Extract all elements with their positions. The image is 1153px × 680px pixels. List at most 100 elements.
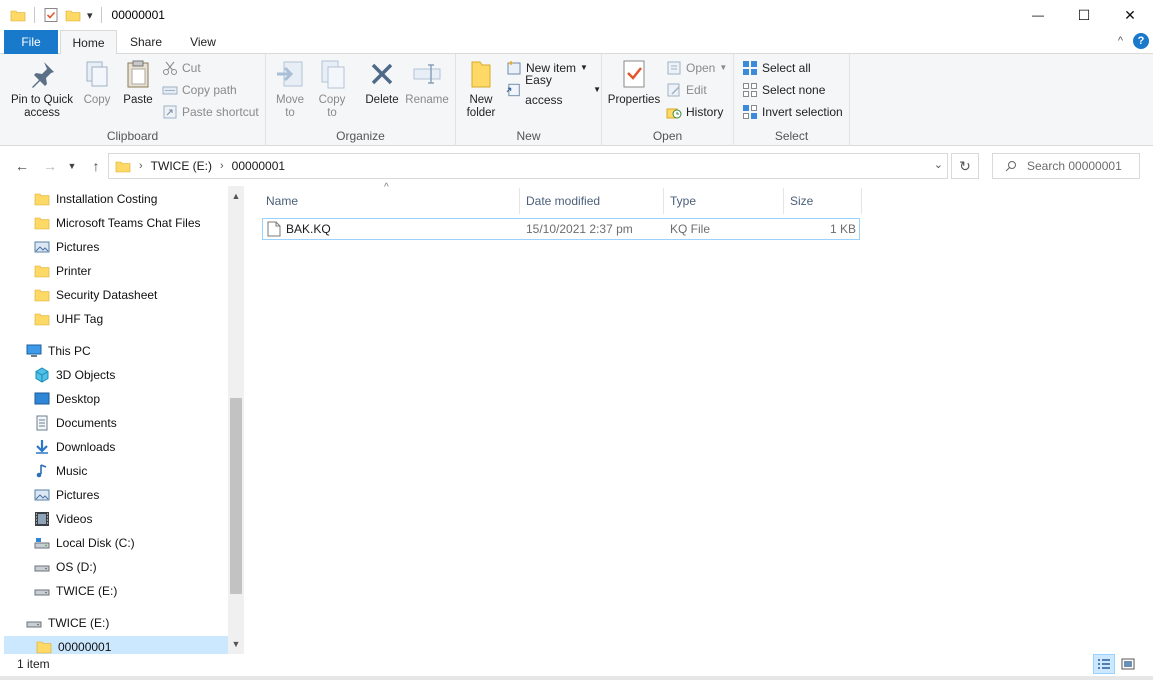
table-row[interactable]: BAK.KQ 15/10/2021 2:37 pm KQ File 1 KB <box>262 218 860 240</box>
sidebar-item-twice-e-root[interactable]: TWICE (E:) <box>26 612 109 634</box>
invert-selection-button[interactable]: Invert selection <box>742 102 843 122</box>
tab-view[interactable]: View <box>176 30 230 54</box>
address-dropdown-icon[interactable]: ⌄ <box>934 158 943 171</box>
file-name: BAK.KQ <box>286 222 331 236</box>
tab-share[interactable]: Share <box>118 30 174 54</box>
help-icon[interactable]: ? <box>1133 33 1149 49</box>
quick-access-toolbar: ▾ <box>0 0 104 30</box>
navigation-pane-scrollbar[interactable]: ▲ ▼ <box>228 186 244 654</box>
file-icon <box>267 221 281 237</box>
address-bar[interactable]: › TWICE (E:) › 00000001 ⌄ <box>108 153 948 179</box>
copy-to-button[interactable]: Copy to <box>314 58 350 120</box>
sidebar-item-os-d[interactable]: OS (D:) <box>34 556 97 578</box>
sidebar-item-downloads[interactable]: Downloads <box>34 436 115 458</box>
scissors-icon <box>163 61 177 75</box>
edit-label: Edit <box>686 83 707 97</box>
item-count: 1 item <box>17 657 50 671</box>
copy-label: Copy <box>83 94 111 106</box>
sidebar-item-twice-e[interactable]: TWICE (E:) <box>34 580 117 602</box>
scroll-up-icon[interactable]: ▲ <box>228 188 244 204</box>
column-header-name[interactable]: Name <box>260 188 520 214</box>
copy-button[interactable]: Copy <box>78 58 116 107</box>
easy-access-button[interactable]: Easy access ▼ <box>506 73 601 107</box>
move-to-button[interactable]: Move to <box>272 58 308 120</box>
properties-button[interactable]: Properties <box>606 58 662 107</box>
scroll-down-icon[interactable]: ▼ <box>228 636 244 652</box>
copy-path-button[interactable]: Copy path <box>162 80 237 100</box>
status-bar: 1 item <box>0 654 1153 676</box>
rename-button[interactable]: Rename <box>404 58 450 107</box>
delete-button[interactable]: Delete <box>362 58 402 107</box>
edit-button[interactable]: Edit <box>666 80 707 100</box>
breadcrumb-item-drive[interactable]: TWICE (E:) <box>151 159 212 173</box>
sidebar-item-local-disk-c[interactable]: Local Disk (C:) <box>34 532 135 554</box>
invert-selection-icon <box>743 105 757 119</box>
copy-icon <box>86 61 108 87</box>
copy-path-label: Copy path <box>182 83 237 97</box>
sidebar-item-installation-costing[interactable]: Installation Costing <box>34 188 157 210</box>
cut-label: Cut <box>182 61 201 75</box>
drive-icon <box>26 621 42 628</box>
search-placeholder: Search 00000001 <box>1027 159 1122 173</box>
sidebar-item-label: Pictures <box>56 488 100 502</box>
paste-button[interactable]: Paste <box>118 58 158 107</box>
sidebar-item-pictures-quick[interactable]: Pictures <box>34 236 99 258</box>
up-button[interactable]: ↑ <box>86 156 106 176</box>
sidebar-item-pictures[interactable]: Pictures <box>34 484 99 506</box>
paste-icon <box>127 60 149 88</box>
sidebar-item-label: Printer <box>56 264 92 278</box>
sidebar-item-videos[interactable]: Videos <box>34 508 92 530</box>
forward-button[interactable]: → <box>40 156 60 176</box>
properties-qat-icon[interactable] <box>43 7 59 23</box>
sidebar-item-printer[interactable]: Printer <box>34 260 91 282</box>
file-list: ^ Name Date modified Type Size BAK.KQ 15… <box>244 182 1153 654</box>
pin-label: Pin to Quick access <box>11 94 73 119</box>
scrollbar-thumb[interactable] <box>230 398 242 594</box>
details-view-button[interactable] <box>1093 654 1115 674</box>
refresh-button[interactable]: ↻ <box>951 153 979 179</box>
sidebar-item-teams-chat-files[interactable]: Microsoft Teams Chat Files <box>34 212 201 234</box>
new-folder-button[interactable]: New folder <box>462 58 500 120</box>
maximize-icon: ☐ <box>1077 6 1091 23</box>
history-button[interactable]: History <box>666 102 723 122</box>
sidebar-item-security-datasheet[interactable]: Security Datasheet <box>34 284 157 306</box>
sidebar-item-music[interactable]: Music <box>34 460 87 482</box>
sidebar-item-00000001[interactable]: 00000001 <box>4 636 228 654</box>
recent-locations-button[interactable]: ▼ <box>62 156 82 176</box>
open-button[interactable]: Open ▼ <box>666 58 727 78</box>
navigation-pane: Installation Costing Microsoft Teams Cha… <box>0 186 244 654</box>
column-header-date-modified[interactable]: Date modified <box>520 188 664 214</box>
tab-file[interactable]: File <box>4 30 58 54</box>
sidebar-item-uhf-tag[interactable]: UHF Tag <box>34 308 103 330</box>
cut-button[interactable]: Cut <box>162 58 201 78</box>
drive-icon <box>34 589 50 596</box>
tab-home[interactable]: Home <box>60 30 117 55</box>
select-all-button[interactable]: Select all <box>742 58 811 78</box>
close-button[interactable]: ✕ <box>1107 0 1153 30</box>
sidebar-item-label: Videos <box>56 512 93 526</box>
breadcrumb-item-folder[interactable]: 00000001 <box>232 159 285 173</box>
sidebar-item-label: Music <box>56 464 88 478</box>
pin-to-quick-access-button[interactable]: Pin to Quick access <box>6 58 78 120</box>
maximize-button[interactable]: ☐ <box>1061 0 1107 30</box>
back-button[interactable]: ← <box>12 156 32 176</box>
qat-dropdown-icon[interactable]: ▾ <box>87 9 93 22</box>
refresh-icon: ↻ <box>959 158 971 174</box>
new-folder-qat-icon[interactable] <box>65 7 81 23</box>
search-input[interactable]: Search 00000001 <box>992 153 1140 179</box>
sidebar-item-desktop[interactable]: Desktop <box>34 388 100 410</box>
sidebar-item-this-pc[interactable]: This PC <box>26 340 91 362</box>
sidebar-item-documents[interactable]: Documents <box>34 412 117 434</box>
column-header-size[interactable]: Size <box>784 188 862 214</box>
select-group: Select all Select none Invert selection … <box>734 54 850 146</box>
organize-group-label: Organize <box>336 129 385 143</box>
minimize-button[interactable]: — <box>1015 0 1061 30</box>
sidebar-item-label: 00000001 <box>58 640 112 654</box>
sidebar-item-3d-objects[interactable]: 3D Objects <box>34 364 115 386</box>
select-none-button[interactable]: Select none <box>742 80 825 100</box>
minimize-ribbon-icon[interactable]: ^ <box>1118 35 1123 47</box>
column-header-type[interactable]: Type <box>664 188 784 214</box>
large-icons-view-button[interactable] <box>1117 654 1139 674</box>
paste-shortcut-button[interactable]: Paste shortcut <box>162 102 259 122</box>
window-controls: — ☐ ✕ <box>1015 0 1153 30</box>
